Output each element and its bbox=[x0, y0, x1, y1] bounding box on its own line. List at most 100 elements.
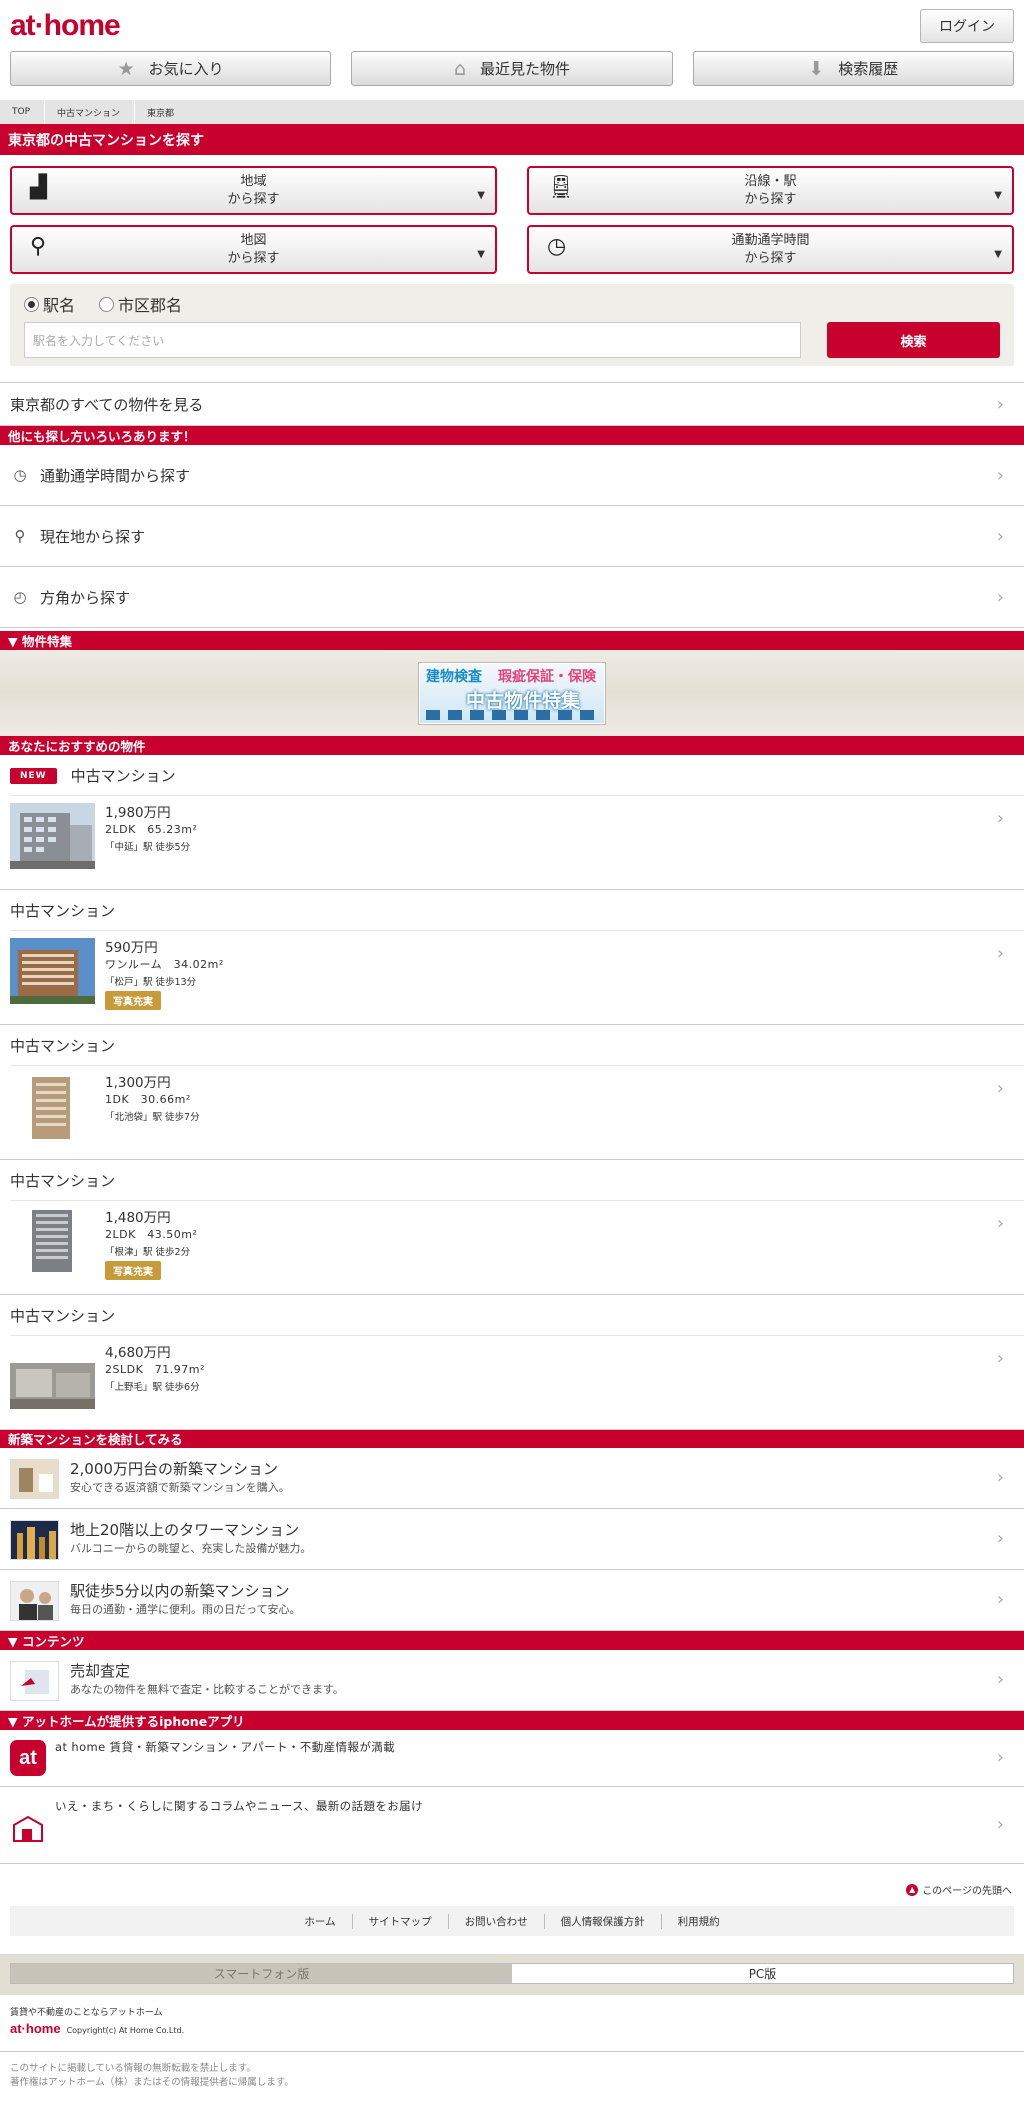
appraisal-thumb bbox=[10, 1661, 59, 1701]
apps-bar: ▼ アットホームが提供するiphoneアプリ bbox=[0, 1711, 1024, 1730]
dropdown-arrow-icon: ▼ bbox=[994, 190, 1002, 201]
search-history-label: 検索履歴 bbox=[838, 60, 899, 78]
page-top-link[interactable]: ▲ このページの先頭へ bbox=[906, 1882, 1012, 1897]
athome-app-link[interactable]: at at home 賃貸・新築マンション・アパート・不動産情報が満載 › bbox=[0, 1730, 1024, 1787]
direction-search-link[interactable]: ◴ 方角から探す › bbox=[0, 567, 1024, 628]
header: at·home ログイン bbox=[0, 0, 1024, 48]
property-price: 4,680万円 bbox=[105, 1345, 171, 1361]
version-switch-bar: スマートフォン版 PC版 bbox=[0, 1954, 1024, 1995]
newbuild-link[interactable]: 地上20階以上のタワーマンション バルコニーからの眺望と、充実した設備が魅力。 … bbox=[0, 1509, 1024, 1570]
footer-note-1: このサイトに掲載している情報の無断転載を禁止します。 bbox=[10, 2063, 256, 2074]
chevron-right-icon: › bbox=[996, 943, 1004, 964]
athome-logo[interactable]: at·home bbox=[10, 9, 121, 43]
dropdown-arrow-icon: ▼ bbox=[994, 249, 1002, 260]
compass-icon: ◴ bbox=[13, 588, 27, 606]
newbuild-thumb bbox=[10, 1520, 59, 1560]
all-properties-label: 東京都のすべての物件を見る bbox=[10, 395, 204, 414]
property-card[interactable]: 中古マンション 590万円 ワンルーム 34.02m² 「松戸」駅 徒歩13分 … bbox=[0, 890, 1024, 1025]
radio-checked-icon bbox=[24, 296, 39, 312]
commute-search-link[interactable]: ◷ 通勤通学時間から探す › bbox=[0, 445, 1024, 506]
chevron-right-icon: › bbox=[996, 1213, 1004, 1234]
newbuild-title: 地上20階以上のタワーマンション bbox=[70, 1521, 300, 1539]
smartphone-version-tab[interactable]: スマートフォン版 bbox=[11, 1964, 512, 1983]
property-station: 「中延」駅 徒歩5分 bbox=[105, 842, 191, 853]
footer-link-privacy[interactable]: 個人情報保護方針 bbox=[545, 1913, 662, 1929]
photo-rich-tag: 写真充実 bbox=[105, 1261, 161, 1280]
property-price: 1,980万円 bbox=[105, 805, 171, 821]
footer-links: ホーム サイトマップ お問い合わせ 個人情報保護方針 利用規約 bbox=[10, 1906, 1014, 1936]
search-by-area-l1: 地域 bbox=[240, 173, 267, 189]
footer-notes: このサイトに掲載している情報の無断転載を禁止します。 著作権はアットホーム（株）… bbox=[0, 2051, 1024, 2090]
property-card[interactable]: 中古マンション 4,680万円 2SLDK 71.97m² 「上野毛」駅 徒歩6… bbox=[0, 1295, 1024, 1430]
search-by-line-button[interactable]: 🚆︎ 沿線・駅 から探す ▼ bbox=[527, 166, 1014, 215]
inbox-icon: ⬇ bbox=[808, 57, 825, 80]
property-station: 「松戸」駅 徒歩13分 bbox=[105, 977, 197, 988]
breadcrumb-used-mansion[interactable]: 中古マンション bbox=[45, 100, 136, 124]
dropdown-arrow-icon: ▼ bbox=[477, 249, 485, 260]
search-by-map-button[interactable]: ⚲ 地図 から探す ▼ bbox=[10, 225, 497, 274]
property-card[interactable]: 中古マンション 1,300万円 1DK 30.66m² 「北池袋」駅 徒歩7分 … bbox=[0, 1025, 1024, 1160]
page-title: 東京都の中古マンションを探す bbox=[0, 124, 1024, 155]
newbuild-link[interactable]: 駅徒歩5分以内の新築マンション 毎日の通勤・通学に便利。雨の日だって安心。 › bbox=[0, 1570, 1024, 1631]
chevron-right-icon: › bbox=[996, 1669, 1004, 1690]
appraisal-link[interactable]: 売却査定 あなたの物件を無料で査定・比較することができます。 › bbox=[0, 1650, 1024, 1711]
newbuild-sub: 安心できる返済額で新築マンションを購入。 bbox=[70, 1481, 290, 1494]
property-card[interactable]: NEW 中古マンション 1,980万円 2LDK 65.23m² 「中延」駅 徒歩… bbox=[0, 755, 1024, 890]
station-search-input[interactable]: 駅名を入力してください bbox=[24, 322, 801, 358]
photo-rich-tag: 写真充実 bbox=[105, 991, 161, 1010]
property-card[interactable]: 中古マンション 1,480万円 2LDK 43.50m² 「根津」駅 徒歩2分 … bbox=[0, 1160, 1024, 1295]
search-by-area-button[interactable]: ▟ 地域 から探す ▼ bbox=[10, 166, 497, 215]
property-station: 「根津」駅 徒歩2分 bbox=[105, 1247, 191, 1258]
pc-version-tab[interactable]: PC版 bbox=[512, 1964, 1013, 1983]
newbuild-link[interactable]: 2,000万円台の新築マンション 安心できる返済額で新築マンションを購入。 › bbox=[0, 1448, 1024, 1509]
property-photo bbox=[10, 938, 95, 1004]
newbuild-title: 駅徒歩5分以内の新築マンション bbox=[70, 1582, 290, 1600]
banner-text-inspection: 建物検査 bbox=[426, 668, 482, 685]
column-app-link[interactable]: いえ・まち・くらしに関するコラムやニュース、最新の話題をお届け › bbox=[0, 1787, 1024, 1864]
athome-app-text: at home 賃貸・新築マンション・アパート・不動産情報が満載 bbox=[55, 1740, 396, 1754]
used-property-feature-banner[interactable]: 建物検査 瑕疵保証・保険 中古物件特集 bbox=[419, 662, 605, 724]
footer-link-home[interactable]: ホーム bbox=[288, 1913, 353, 1929]
house-icon: ⌂ bbox=[453, 57, 467, 80]
pin-icon: ⚲ bbox=[14, 527, 26, 545]
appraisal-title: 売却査定 bbox=[70, 1662, 131, 1680]
property-layout: 2LDK 43.50m² bbox=[105, 1228, 198, 1241]
radio-city-label: 市区郡名 bbox=[118, 296, 183, 315]
property-layout: 2SLDK 71.97m² bbox=[105, 1363, 205, 1376]
chevron-right-icon: › bbox=[996, 525, 1004, 547]
athome-app-icon: at bbox=[10, 1740, 46, 1776]
footer-tagline: 賃貸や不動産のことならアットホーム bbox=[10, 2008, 163, 2018]
newbuild-sub: バルコニーからの眺望と、充実した設備が魅力。 bbox=[70, 1542, 312, 1555]
property-type: 中古マンション bbox=[10, 1037, 116, 1055]
banner-text-warranty: 瑕疵保証・保険 bbox=[498, 668, 596, 685]
property-photo bbox=[10, 1073, 95, 1139]
footer-link-sitemap[interactable]: サイトマップ bbox=[353, 1913, 449, 1929]
radio-unchecked-icon bbox=[99, 296, 115, 312]
chevron-right-icon: › bbox=[996, 1747, 1004, 1768]
train-icon: 🚆︎ bbox=[547, 175, 575, 200]
chevron-right-icon: › bbox=[996, 808, 1004, 829]
current-location-label: 現在地から探す bbox=[40, 527, 146, 546]
arrow-up-icon: ▲ bbox=[906, 1883, 919, 1896]
appraisal-sub: あなたの物件を無料で査定・比較することができます。 bbox=[70, 1683, 344, 1696]
search-button[interactable]: 検索 bbox=[827, 322, 1000, 358]
search-by-commute-button[interactable]: ◷ 通勤通学時間 から探す ▼ bbox=[527, 225, 1014, 274]
favorites-button[interactable]: ★ お気に入り bbox=[10, 51, 332, 86]
all-properties-link[interactable]: 東京都のすべての物件を見る › bbox=[0, 382, 1024, 426]
radio-station-name[interactable]: 駅名 bbox=[24, 292, 75, 316]
chevron-right-icon: › bbox=[996, 1467, 1004, 1488]
column-app-text: いえ・まち・くらしに関するコラムやニュース、最新の話題をお届け bbox=[55, 1799, 423, 1813]
property-photo bbox=[10, 1208, 95, 1274]
login-button[interactable]: ログイン bbox=[920, 9, 1014, 43]
footer-link-terms[interactable]: 利用規約 bbox=[662, 1914, 736, 1929]
contents-bar: ▼ コンテンツ bbox=[0, 1631, 1024, 1650]
current-location-link[interactable]: ⚲ 現在地から探す › bbox=[0, 506, 1024, 567]
recently-viewed-button[interactable]: ⌂ 最近見た物件 bbox=[351, 51, 673, 86]
search-history-button[interactable]: ⬇ 検索履歴 bbox=[692, 51, 1014, 86]
direction-search-label: 方角から探す bbox=[40, 588, 131, 607]
search-by-map-l1: 地図 bbox=[240, 232, 267, 248]
chevron-right-icon: › bbox=[996, 1348, 1004, 1369]
radio-city-name[interactable]: 市区郡名 bbox=[99, 292, 182, 316]
breadcrumb-top[interactable]: TOP bbox=[0, 100, 46, 124]
footer-link-contact[interactable]: お問い合わせ bbox=[449, 1913, 545, 1929]
